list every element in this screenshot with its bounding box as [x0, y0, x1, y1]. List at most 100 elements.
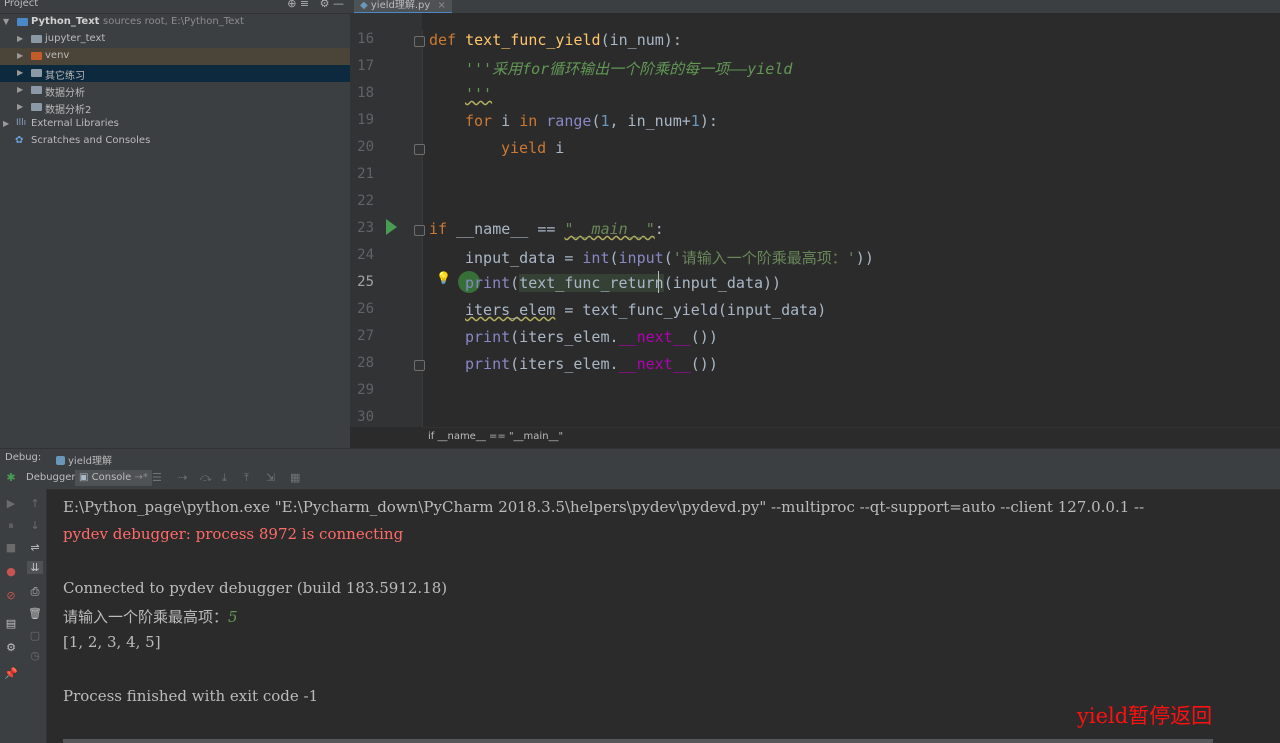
scroll-to-end-icon[interactable]: ⇊ [27, 561, 43, 574]
stop-icon[interactable]: ■ [3, 541, 19, 554]
expand-right-icon[interactable]: ▶ [17, 68, 23, 77]
folder-icon [31, 35, 42, 43]
step-into-icon[interactable]: ⤓ [222, 471, 227, 485]
console-line: E:\Python_page\python.exe "E:\Pycharm_do… [63, 498, 1145, 516]
console-user-input: 5 [228, 608, 238, 626]
code-line-23: if __name__ == "__main__": [429, 220, 664, 238]
python-file-icon [56, 456, 65, 465]
tree-item-data-analysis-2[interactable]: ▶ 数据分析2 [0, 99, 350, 116]
tree-item-label: Python_Text [31, 16, 100, 27]
line-number: 24 [357, 247, 374, 263]
tree-item-venv[interactable]: ▶ venv [0, 48, 350, 65]
tree-item-python-text[interactable]: ▼ Python_Text sources root, E:\Python_Te… [0, 14, 350, 31]
scratches-icon: ✿ [15, 135, 24, 146]
project-title[interactable]: Project [4, 0, 38, 9]
expand-right-icon[interactable]: ▶ [3, 119, 9, 128]
code-line-26: iters_elem = text_func_yield(input_data) [465, 301, 827, 319]
step-over-icon[interactable]: ⤼ [200, 471, 212, 485]
console-line: [1, 2, 3, 4, 5] [63, 633, 161, 651]
code-line-17: '''采用for循环输出一个阶乘的每一项——yield [465, 60, 793, 78]
down-arrow-icon[interactable]: ↓ [27, 519, 43, 532]
debug-session-tab[interactable]: yield理解 [56, 452, 112, 467]
console-error-line: pydev debugger: process 8972 is connecti… [63, 525, 404, 543]
tree-item-other-practice[interactable]: ▶ 其它练习 [0, 65, 350, 82]
line-number: 16 [357, 31, 374, 47]
tree-item-label: External Libraries [31, 118, 119, 129]
line-number: 28 [357, 355, 374, 371]
debug-label: Debug: [5, 452, 42, 463]
pause-icon[interactable]: ⏸ [3, 519, 19, 533]
pin-icon[interactable]: 📌 [3, 667, 19, 680]
tree-item-scratches[interactable]: ✿ Scratches and Consoles [0, 133, 350, 150]
step-out-icon[interactable]: ⤒ [244, 471, 249, 485]
text-caret [658, 271, 659, 293]
expand-right-icon[interactable]: ▶ [17, 51, 23, 60]
line-number: 17 [357, 58, 374, 74]
project-header: Project ⊕ ≡ ⚙ — [0, 0, 350, 14]
library-icon: Illı [16, 118, 27, 128]
horizontal-scrollbar[interactable] [63, 739, 1213, 743]
tab-console[interactable]: ▣ Console →* [75, 470, 152, 486]
fold-icon[interactable] [414, 36, 425, 47]
view-breakpoints-icon[interactable]: ● [3, 565, 19, 578]
close-tab-icon[interactable]: × [438, 0, 446, 11]
line-number: 22 [357, 193, 374, 209]
print-icon[interactable]: ⎙ [27, 585, 43, 599]
show-execution-point-icon[interactable]: ⇢ [178, 471, 187, 484]
project-toolbar-icons[interactable]: ⊕ ≡ ⚙ — [287, 0, 344, 10]
editor-breadcrumb[interactable]: if __name__ == "__main__" [422, 427, 1280, 446]
run-arrow-icon[interactable] [386, 219, 397, 235]
folder-icon [31, 86, 42, 94]
settings-gear-icon[interactable]: ⚙ [3, 641, 19, 654]
line-number-current: 25 [357, 274, 374, 290]
history-icon[interactable]: ◷ [27, 649, 43, 662]
line-number: 19 [357, 112, 374, 128]
tree-item-label: Scratches and Consoles [31, 135, 151, 146]
clear-all-icon[interactable]: 🗑 [27, 607, 43, 620]
tree-item-external-libraries[interactable]: ▶ Illı External Libraries [0, 116, 350, 133]
fold-icon[interactable] [414, 360, 425, 371]
tree-item-label: 其它练习 [45, 71, 85, 82]
fold-icon[interactable] [414, 144, 425, 155]
folder-icon [31, 69, 42, 77]
expand-right-icon[interactable]: ▶ [17, 102, 23, 111]
fold-icon[interactable] [414, 225, 425, 236]
console-line: Process finished with exit code -1 [63, 687, 319, 705]
soft-wrap-icon[interactable]: ⇌ [27, 541, 43, 554]
console-line: Connected to pydev debugger (build 183.5… [63, 579, 448, 597]
tree-item-label: jupyter_text [45, 33, 106, 44]
code-line-18: ''' [465, 85, 493, 103]
lightbulb-icon[interactable]: 💡 [436, 271, 451, 285]
debug-toolbar: ✱ Debugger ▣ Console →* ☰ ⇢ ⤼ ⤓ ⤒ ⇲ ▦ [0, 467, 1280, 490]
tab-label: yield理解.py [370, 0, 431, 11]
folder-icon [17, 18, 28, 26]
line-number: 20 [357, 139, 374, 155]
expand-down-icon[interactable]: ▼ [3, 17, 9, 26]
python-file-icon: ◆ [360, 0, 368, 11]
run-to-cursor-icon[interactable]: ⇲ [266, 471, 275, 484]
code-line-28: print(iters_elem.__next__()) [465, 355, 718, 373]
resume-icon[interactable]: ▶ [3, 497, 19, 510]
mute-breakpoints-icon[interactable]: ⊘ [3, 589, 19, 602]
debug-side-toolbar: ▶ ↑ ⏸ ↓ ■ ⇌ ● ⇊ ⊘ ⎙ 🗑 ▤ ▢ ⚙ ◷ 📌 [0, 489, 47, 743]
code-line-20: yield i [501, 139, 565, 157]
tab-debugger[interactable]: Debugger [22, 470, 80, 486]
line-number: 27 [357, 328, 374, 344]
debug-title-bar: Debug: yield理解 [0, 448, 1280, 468]
debug-bug-icon[interactable]: ✱ [3, 471, 19, 484]
tree-item-jupyter-text[interactable]: ▶ jupyter_text [0, 31, 350, 48]
tree-item-label: 数据分析2 [45, 105, 92, 116]
expand-right-icon[interactable]: ▶ [17, 85, 23, 94]
tree-item-data-analysis[interactable]: ▶ 数据分析 [0, 82, 350, 99]
expand-right-icon[interactable]: ▶ [17, 34, 23, 43]
evaluate-icon[interactable]: ▦ [290, 471, 300, 484]
folder-icon [31, 103, 42, 111]
layout-icon[interactable]: ☰ [152, 471, 162, 484]
restore-layout-icon[interactable]: ▤ [3, 617, 19, 630]
code-line-24: input_data = int(input('请输入一个阶乘最高项：')) [465, 249, 874, 267]
breadcrumb-item[interactable]: if __name__ == "__main__" [428, 431, 563, 442]
console-toggle-icon[interactable]: ▢ [27, 629, 43, 642]
tab-yield-file[interactable]: ◆ yield理解.py × [354, 0, 452, 14]
up-arrow-icon[interactable]: ↑ [27, 497, 43, 510]
code-line-25: print(text_func_return(input_data)) [465, 274, 782, 292]
